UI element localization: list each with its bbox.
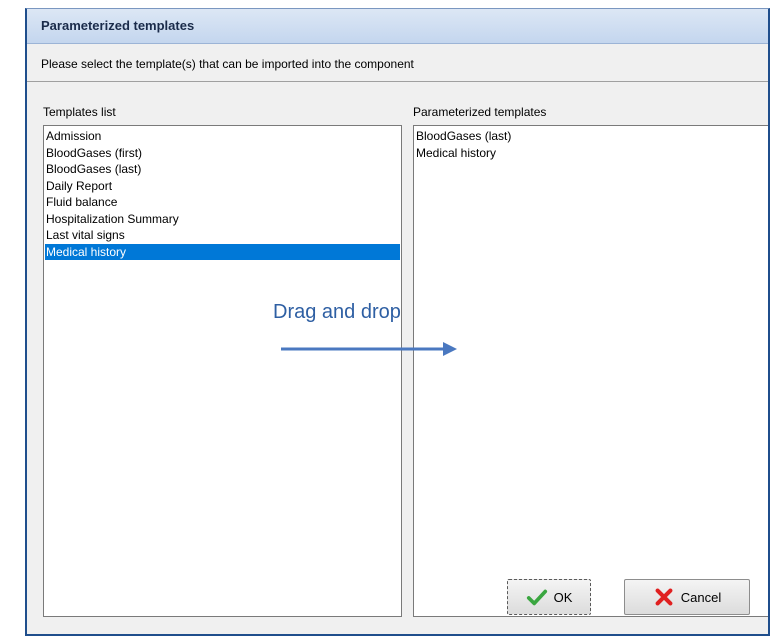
cancel-label: Cancel [680, 589, 722, 605]
ok-label: OK [553, 589, 573, 605]
list-item[interactable]: BloodGases (first) [45, 145, 400, 162]
dialog-title: Parameterized templates [41, 18, 195, 33]
parameterized-templates-label: Parameterized templates [413, 105, 547, 119]
instruction-text: Please select the template(s) that can b… [41, 57, 414, 71]
drag-and-drop-annotation: Drag and drop [273, 301, 401, 323]
x-icon [655, 588, 673, 606]
divider [27, 81, 768, 82]
parameterized-templates-listbox[interactable]: BloodGases (last) Medical history [413, 125, 768, 617]
arrow-right-icon [281, 342, 457, 356]
title-bar[interactable]: Parameterized templates [27, 9, 768, 44]
list-item[interactable]: BloodGases (last) [45, 161, 400, 178]
list-item[interactable]: Fluid balance [45, 194, 400, 211]
checkmark-icon [526, 589, 547, 606]
list-item[interactable]: Admission [45, 128, 400, 145]
list-item[interactable]: BloodGases (last) [415, 128, 767, 145]
templates-listbox[interactable]: Admission BloodGases (first) BloodGases … [43, 125, 402, 617]
cancel-button[interactable]: Cancel [624, 579, 750, 615]
list-item[interactable]: Medical history [415, 145, 767, 162]
list-item[interactable]: Hospitalization Summary [45, 211, 400, 228]
templates-list-label: Templates list [43, 105, 116, 119]
list-item[interactable]: Last vital signs [45, 227, 400, 244]
list-item-selected[interactable]: Medical history [45, 243, 400, 260]
dialog-window: Parameterized templates Please select th… [25, 8, 770, 636]
list-item[interactable]: Daily Report [45, 178, 400, 195]
ok-button[interactable]: OK [507, 579, 591, 615]
